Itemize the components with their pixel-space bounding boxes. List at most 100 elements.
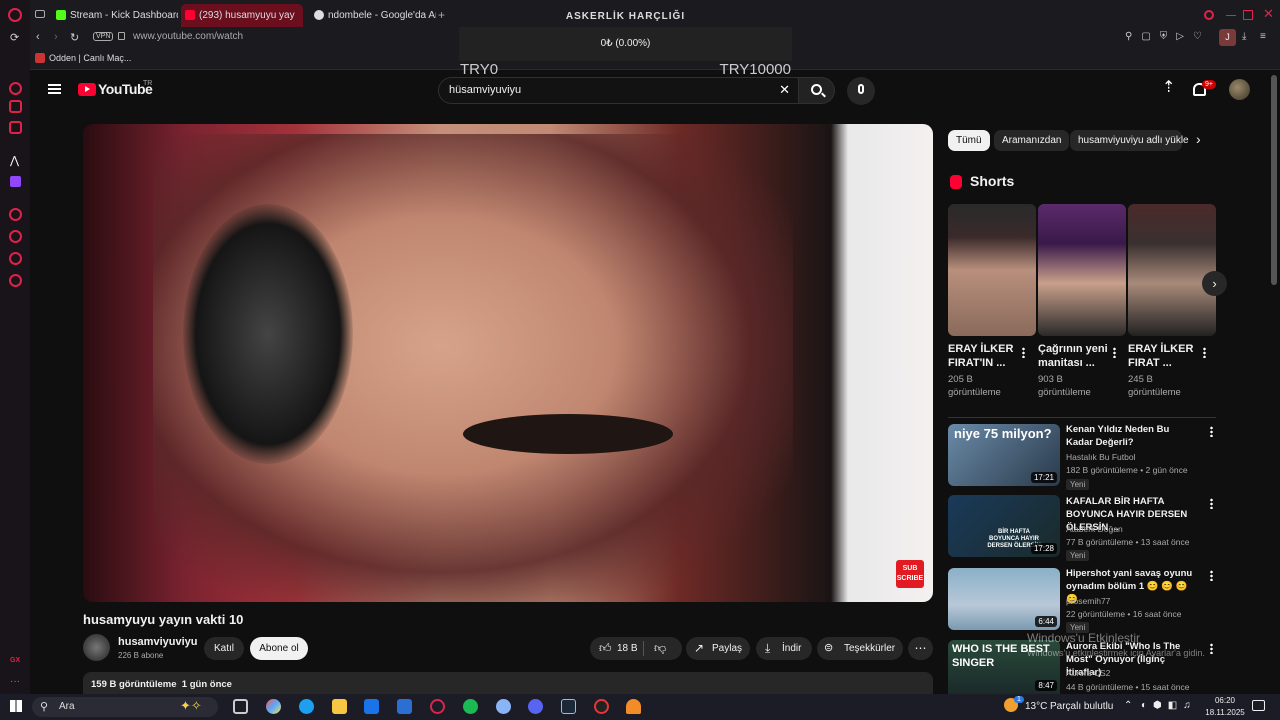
windows-start-icon[interactable]	[10, 700, 22, 712]
tray-chevron-icon[interactable]: ⌃	[1124, 700, 1132, 711]
rec-channel-2[interactable]: Ataberk Doğan	[1066, 524, 1123, 534]
short-thumbnail-3[interactable]	[1128, 204, 1216, 336]
rec-channel-1[interactable]: Hastalık Bu Futbol	[1066, 452, 1135, 462]
account-avatar[interactable]	[1229, 79, 1250, 100]
video-player[interactable]: SUB SCRIBE	[83, 124, 933, 602]
history-icon[interactable]	[9, 230, 22, 243]
tab-google[interactable]: ndombele - Google'da Ar	[310, 4, 436, 27]
settings-icon[interactable]	[9, 274, 22, 287]
rec-channel-3[interactable]: prosemih77	[1066, 596, 1110, 606]
toolbar-icons[interactable]: ⚲▢⛨▷♡	[1125, 31, 1211, 42]
download-icon[interactable]: ⤓	[1242, 31, 1246, 42]
rec-menu-icon-3[interactable]	[1210, 570, 1213, 581]
sidebar-icon-1[interactable]	[9, 82, 22, 95]
store-icon[interactable]	[364, 699, 379, 714]
workspaces-icon[interactable]	[35, 10, 45, 18]
settings-app-icon[interactable]	[496, 699, 511, 714]
rec-thumbnail-2[interactable]: BİR HAFTA BOYUNCA HAYIR DERSEN ÖLERSİN 1…	[948, 495, 1060, 557]
shorts-next-icon[interactable]: ›	[1202, 271, 1227, 296]
notification-center-icon[interactable]	[1252, 700, 1265, 711]
extensions-icon[interactable]	[9, 252, 22, 265]
rec-thumbnail-3[interactable]: 6:44	[948, 568, 1060, 630]
clock-date[interactable]: 18.11.2025	[1203, 708, 1247, 717]
channel-avatar[interactable]	[83, 634, 110, 661]
tab-youtube[interactable]: (293) husamyuyu yay	[181, 4, 303, 27]
more-actions-icon[interactable]: ⋯	[908, 637, 933, 660]
spotify-icon[interactable]	[463, 699, 478, 714]
vpn-badge[interactable]: VPN	[93, 32, 114, 41]
search-tabs-icon[interactable]	[1204, 10, 1214, 20]
tray-icons[interactable]: ◐⬢◧♫	[1141, 700, 1197, 711]
channel-name[interactable]: husamviyuviyu	[118, 636, 197, 648]
reload-icon[interactable]: ↻	[70, 31, 79, 44]
tab-kick[interactable]: Stream - Kick Dashboard	[52, 4, 178, 27]
new-tab-icon[interactable]: +	[438, 8, 445, 22]
rec-menu-icon-1[interactable]	[1210, 426, 1213, 437]
chip-from-search[interactable]: Aramanızdan	[994, 130, 1070, 151]
steam-icon[interactable]	[561, 699, 576, 714]
search-input[interactable]: hüsamviyuviyu ✕	[438, 77, 801, 104]
short-title-2[interactable]: Çağrının yeni manitası ...	[1038, 342, 1108, 370]
opera-gx-taskbar-icon[interactable]	[430, 699, 445, 714]
more-icon[interactable]: ···	[10, 676, 20, 687]
weather-text[interactable]: Parçalı bulutlu	[1050, 701, 1113, 712]
file-explorer-icon[interactable]	[332, 699, 347, 714]
thanks-button[interactable]: ⊜ Teşekkürler	[817, 637, 903, 660]
clock-time[interactable]: 06:20	[1207, 696, 1243, 705]
gx-icon[interactable]: GX	[10, 657, 20, 664]
search-button[interactable]	[798, 77, 835, 104]
rec-menu-icon-4[interactable]	[1210, 643, 1213, 654]
copilot-icon[interactable]	[266, 699, 281, 714]
description-box[interactable]: 159 B görüntüleme 1 gün önce	[83, 672, 933, 694]
short-menu-icon-3[interactable]	[1203, 347, 1206, 358]
taskbar-search[interactable]: ⚲ Ara ✦✧	[32, 697, 218, 717]
menu-icon[interactable]: ≡	[1260, 31, 1266, 42]
upload-icon[interactable]: ⇡	[1162, 80, 1175, 96]
voice-search-button[interactable]	[847, 77, 875, 105]
short-thumbnail-1[interactable]	[948, 204, 1036, 336]
edge-icon[interactable]	[299, 699, 314, 714]
cloud-app-icon[interactable]	[626, 699, 641, 714]
close-window-icon[interactable]: ✕	[1263, 6, 1274, 22]
share-button[interactable]: ↗ Paylaş	[686, 637, 750, 660]
download-button[interactable]: ⤓ İndir	[756, 637, 812, 660]
forward-icon[interactable]: ›	[54, 31, 58, 43]
bookmark-odden[interactable]: Odden | Canlı Maç...	[49, 53, 131, 63]
chip-channel-uploads[interactable]: husamviyuviyu adlı yükle	[1070, 130, 1189, 151]
temperature[interactable]: 13°C	[1025, 701, 1047, 712]
opera-logo-icon[interactable]	[8, 8, 22, 22]
player-icon[interactable]	[9, 208, 22, 221]
youtube-logo-icon[interactable]	[78, 83, 96, 96]
subscribe-watermark[interactable]: SUB SCRIBE	[896, 560, 924, 588]
rec-thumbnail-1[interactable]: niye 75 milyon? 17:21	[948, 424, 1060, 486]
obs-icon[interactable]	[594, 699, 609, 714]
dislike-icon[interactable]: 👎︎	[654, 637, 666, 660]
task-view-icon[interactable]	[233, 699, 248, 714]
back-icon[interactable]: ‹	[36, 31, 40, 43]
chips-next-icon[interactable]: ›	[1196, 131, 1201, 147]
minimize-icon[interactable]	[1226, 15, 1236, 16]
rec-menu-icon-2[interactable]	[1210, 498, 1213, 509]
music-icon[interactable]: ⋀	[10, 154, 19, 167]
reload-sync-icon[interactable]: ⟳	[10, 31, 19, 44]
clear-search-icon[interactable]: ✕	[779, 82, 790, 98]
messenger-icon[interactable]	[9, 100, 22, 113]
subscribe-button[interactable]: Abone ol	[250, 637, 308, 660]
short-menu-icon-2[interactable]	[1113, 347, 1116, 358]
page-scrollbar[interactable]	[1271, 75, 1277, 285]
like-count[interactable]: 18 B	[617, 637, 638, 660]
short-title-3[interactable]: ERAY İLKER FIRAT ...	[1128, 342, 1198, 370]
twitch-icon[interactable]	[10, 176, 21, 187]
profile-avatar[interactable]: J	[1219, 29, 1236, 46]
rec-title-1[interactable]: Kenan Yıldız Neden Bu Kadar Değerli?	[1066, 423, 1196, 449]
maximize-icon[interactable]	[1243, 10, 1253, 20]
url-text[interactable]: www.youtube.com/watch	[133, 31, 243, 42]
join-button[interactable]: Katıl	[204, 637, 244, 660]
short-thumbnail-2[interactable]	[1038, 204, 1126, 336]
like-icon[interactable]: 👍︎	[599, 637, 612, 660]
outlook-icon[interactable]	[397, 699, 412, 714]
short-menu-icon-1[interactable]	[1022, 347, 1025, 358]
discord-icon[interactable]	[528, 699, 543, 714]
sidebar-icon-3[interactable]	[9, 121, 22, 134]
rec-channel-4[interactable]: Aurora CS2	[1066, 668, 1110, 678]
